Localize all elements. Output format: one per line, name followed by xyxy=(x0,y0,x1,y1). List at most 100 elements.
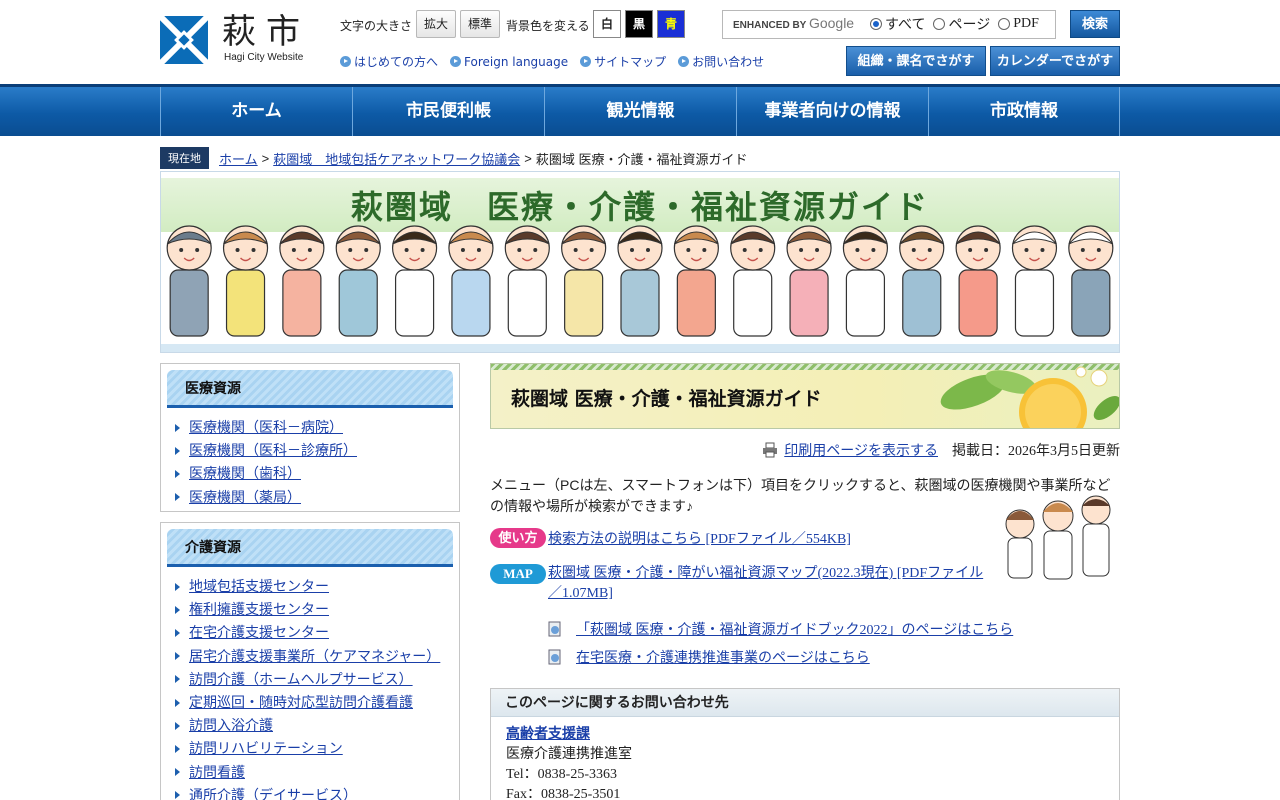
breadcrumb-current: 萩圏域 医療・介護・福祉資源ガイド xyxy=(535,151,748,167)
breadcrumb-parent[interactable]: 萩圏域 地域包括ケアネットワーク協議会 xyxy=(273,149,520,168)
sidebar-item-label[interactable]: 通所介護（デイサービス） xyxy=(189,784,357,800)
link-foreign-language-label: Foreign language xyxy=(464,54,569,69)
radio-pdf[interactable]: PDF xyxy=(998,14,1039,34)
radio-all-icon[interactable] xyxy=(870,18,882,30)
sidebar-item[interactable]: 訪問介護（ホームヘルプサービス） xyxy=(175,668,459,691)
arrow-circle-icon xyxy=(450,56,462,67)
contact-fax: Fax：0838-25-3501 xyxy=(506,787,621,800)
sidebar-item-label[interactable]: 在宅介護支援センター xyxy=(189,621,329,644)
search-brand-name: Google xyxy=(808,15,855,31)
nav-business[interactable]: 事業者向けの情報 xyxy=(736,87,928,136)
bg-black-button[interactable]: 黒 xyxy=(625,10,653,38)
staff-figure xyxy=(1068,225,1114,337)
bg-white-button[interactable]: 白 xyxy=(593,10,621,38)
sidebar-item[interactable]: 医療機関（歯科） xyxy=(175,462,459,485)
site-logo-text[interactable]: 萩市 xyxy=(222,12,310,52)
search-button[interactable]: 検索 xyxy=(1070,10,1120,38)
search-by-org-button[interactable]: 組織・課名でさがす xyxy=(846,46,986,76)
updated-date: 掲載日：2026年3月5日更新 xyxy=(952,444,1120,459)
link-first-visit-label: はじめての方へ xyxy=(354,55,439,69)
staff-figure xyxy=(504,225,550,337)
link-foreign-language[interactable]: Foreign language xyxy=(450,53,568,70)
arrow-right-icon xyxy=(175,675,180,684)
sidebar-item[interactable]: 権利擁護支援センター xyxy=(175,598,459,621)
howto-row: 使い方 検索方法の説明はこちら [PDFファイル／554KB] xyxy=(490,528,851,548)
header-sublinks: はじめての方へ Foreign language サイトマップ お問い合わせ xyxy=(340,53,764,70)
sidebar-item-label[interactable]: 居宅介護支援事業所（ケアマネジャー） xyxy=(189,645,440,668)
nav-tourism[interactable]: 観光情報 xyxy=(544,87,736,136)
sidebar-item[interactable]: 訪問リハビリテーション xyxy=(175,737,459,760)
howto-badge: 使い方 xyxy=(490,528,546,548)
sidebar-item[interactable]: 訪問入浴介護 xyxy=(175,714,459,737)
sidebar-item-label[interactable]: 医療機関（医科－病院） xyxy=(189,416,343,439)
nav-city-admin[interactable]: 市政情報 xyxy=(928,87,1120,136)
sidebar-medical-title: 医療資源 xyxy=(185,381,241,397)
sidebar-item[interactable]: 定期巡回・随時対応型訪問介護看護 xyxy=(175,691,459,714)
sidebar-item-label[interactable]: 定期巡回・随時対応型訪問介護看護 xyxy=(189,691,413,714)
print-row: 印刷用ページを表示する 掲載日：2026年3月5日更新 xyxy=(762,440,1120,460)
contact-dept-link[interactable]: 高齢者支援課 xyxy=(506,727,590,742)
sidebar-item[interactable]: 訪問看護 xyxy=(175,761,459,784)
arrow-right-icon xyxy=(175,493,180,502)
sidebar-item[interactable]: 通所介護（デイサービス） xyxy=(175,784,459,800)
staff-figure xyxy=(222,225,269,337)
arrow-right-icon xyxy=(175,652,180,661)
sidebar-item[interactable]: 医療機関（医科－病院） xyxy=(175,416,459,439)
radio-all[interactable]: すべて xyxy=(870,14,925,34)
radio-page-icon[interactable] xyxy=(933,18,946,30)
sidebar-item-label[interactable]: 権利擁護支援センター xyxy=(189,598,329,621)
contact-body: 高齢者支援課 医療介護連携推進室 Tel：0838-25-3363 Fax：08… xyxy=(491,717,1119,800)
font-larger-button[interactable]: 拡大 xyxy=(416,10,456,38)
arrow-circle-icon xyxy=(340,56,351,67)
sidebar-item-label[interactable]: 地域包括支援センター xyxy=(189,575,329,598)
sidebar-item-label[interactable]: 医療機関（歯科） xyxy=(189,462,301,485)
radio-page-label: ページ xyxy=(948,18,991,33)
link-first-visit[interactable]: はじめての方へ xyxy=(340,53,438,70)
search-by-calendar-button[interactable]: カレンダーでさがす xyxy=(990,46,1120,76)
sidebar-item-label[interactable]: 訪問介護（ホームヘルプサービス） xyxy=(189,668,413,691)
staff-figure xyxy=(391,225,438,337)
staff-figure xyxy=(617,225,663,337)
sidebar-item[interactable]: 地域包括支援センター xyxy=(175,575,459,598)
staff-figure xyxy=(842,225,889,337)
sidebar-item-label[interactable]: 訪問入浴介護 xyxy=(189,714,273,737)
breadcrumb-home[interactable]: ホーム xyxy=(219,149,258,168)
map-pdf-link[interactable]: 萩圏域 医療・介護・障がい福祉資源マップ(2022.3現在) [PDFファイル／… xyxy=(548,564,995,604)
sidebar-item[interactable]: 居宅介護支援事業所（ケアマネジャー） xyxy=(175,645,459,668)
font-size-label: 文字の大きさ xyxy=(340,19,413,33)
nav-home[interactable]: ホーム xyxy=(160,87,352,136)
sidebar-item-label[interactable]: 医療機関（薬局） xyxy=(189,486,301,509)
sidebar-item[interactable]: 医療機関（薬局） xyxy=(175,486,459,509)
breadcrumb-tag: 現在地 xyxy=(160,147,209,169)
staff-figure xyxy=(786,225,832,337)
radio-all-label: すべて xyxy=(885,18,926,33)
link-sitemap-label: サイトマップ xyxy=(594,55,667,69)
bg-color-label: 背景色を変える xyxy=(506,19,590,33)
map-row: MAP 萩圏域 医療・介護・障がい福祉資源マップ(2022.3現在) [PDFフ… xyxy=(490,564,995,604)
sidebar-item[interactable]: 在宅介護支援センター xyxy=(175,621,459,644)
sidebar-item-label[interactable]: 訪問看護 xyxy=(189,761,245,784)
sidebar-medical-list: 医療機関（医科－病院） 医療機関（医科－診療所） 医療機関（歯科） 医療機関（薬… xyxy=(161,408,459,515)
howto-pdf-link[interactable]: 検索方法の説明はこちら [PDFファイル／554KB] xyxy=(548,528,851,548)
google-search-brand: ENHANCED BY Google xyxy=(733,15,854,31)
sidebar-item-label[interactable]: 訪問リハビリテーション xyxy=(189,737,343,760)
link-sitemap[interactable]: サイトマップ xyxy=(580,53,666,70)
arrow-right-icon xyxy=(175,605,180,614)
homecare-link[interactable]: 在宅医療・介護連携推進事業のページはこちら xyxy=(576,647,870,667)
radio-pdf-icon[interactable] xyxy=(998,18,1011,30)
print-page-link[interactable]: 印刷用ページを表示する xyxy=(784,440,938,460)
bg-blue-button[interactable]: 青 xyxy=(657,10,685,38)
radio-page[interactable]: ページ xyxy=(933,14,990,34)
guidebook-link[interactable]: 「萩圏域 医療・介護・福祉資源ガイドブック2022」のページはこちら xyxy=(576,619,1013,639)
staff-figure xyxy=(561,225,607,337)
link-contact[interactable]: お問い合わせ xyxy=(678,53,764,70)
breadcrumb-separator: > xyxy=(524,150,532,166)
contact-office: 医療介護連携推進室 xyxy=(506,747,632,762)
arrow-right-icon xyxy=(175,423,180,432)
page-banner: 萩圏域 医療・介護・福祉資源ガイド xyxy=(160,171,1120,353)
hagi-logo-icon[interactable] xyxy=(160,16,208,64)
sidebar-item-label[interactable]: 医療機関（医科－診療所） xyxy=(189,439,357,462)
sidebar-item[interactable]: 医療機関（医科－診療所） xyxy=(175,439,459,462)
nav-citizen-guide[interactable]: 市民便利帳 xyxy=(352,87,544,136)
font-standard-button[interactable]: 標準 xyxy=(460,10,500,38)
